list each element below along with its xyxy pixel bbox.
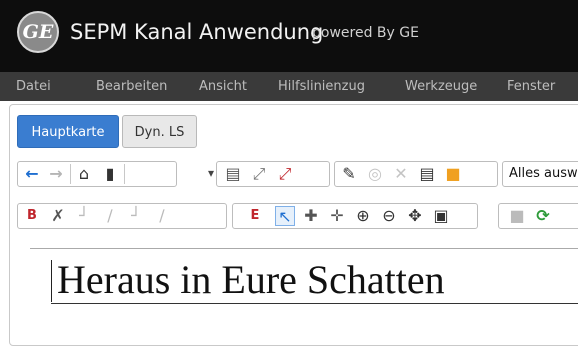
menu-datei[interactable]: Datei: [16, 79, 51, 95]
separator: [70, 164, 71, 184]
delete-icon[interactable]: ✕: [391, 164, 411, 184]
canvas-heading: Heraus in Eure Schatten: [57, 257, 445, 302]
line-icon[interactable]: ∕: [100, 206, 120, 226]
pointer-icon[interactable]: ↖: [275, 206, 295, 226]
info-icon[interactable]: ▣: [431, 206, 451, 226]
corner-icon[interactable]: ┘: [74, 206, 94, 226]
crosshair-icon[interactable]: ✚: [301, 206, 321, 226]
menu-bearbeiten[interactable]: Bearbeiten: [96, 79, 167, 95]
scissors-icon[interactable]: ✗: [48, 206, 68, 226]
text-baseline: [51, 303, 578, 304]
selection-dropdown[interactable]: Alles ausw: [502, 161, 578, 187]
menu-fenster[interactable]: Fenster: [507, 79, 555, 95]
zoom-out-icon[interactable]: ⊖: [379, 206, 399, 226]
pan-icon[interactable]: ✥: [405, 206, 425, 226]
marker-e-icon[interactable]: E: [245, 206, 265, 226]
crosshair-split-icon[interactable]: ✛: [327, 206, 347, 226]
menu-bar: Datei Bearbeiten Ansicht Hilfslinienzug …: [0, 72, 578, 101]
expand-red-icon[interactable]: ⤢: [275, 164, 295, 184]
properties-icon[interactable]: ▤: [417, 164, 437, 184]
toolbar-zoom-group: ▤ ⤢ ⤢: [216, 161, 330, 187]
arrow-right-icon[interactable]: →: [46, 164, 66, 184]
menu-werkzeuge[interactable]: Werkzeuge: [405, 79, 477, 95]
ge-logo-icon: GE: [17, 11, 59, 53]
app-title: SEPM Kanal Anwendung: [70, 20, 324, 44]
target-icon[interactable]: ◎: [365, 164, 385, 184]
refresh-icon[interactable]: ⟳: [533, 206, 553, 226]
corner-star-icon[interactable]: ┘: [126, 206, 146, 226]
text-cursor: [51, 260, 52, 302]
marker-b-icon[interactable]: B: [22, 206, 42, 226]
chevron-down-icon[interactable]: ▾: [208, 166, 214, 180]
title-bar: GE SEPM Kanal Anwendung powered By GE: [0, 0, 578, 72]
separator: [124, 164, 125, 184]
menu-ansicht[interactable]: Ansicht: [199, 79, 247, 95]
tab-dyn-ls[interactable]: Dyn. LS: [122, 115, 197, 148]
zoom-in-icon[interactable]: ⊕: [353, 206, 373, 226]
home-icon[interactable]: ⌂: [74, 164, 94, 184]
toolbar-nav-group: ← → ⌂ ▮: [17, 161, 177, 187]
tab-hauptkarte[interactable]: Hauptkarte: [17, 115, 119, 148]
toolbar-view-group: E ↖ ✚ ✛ ⊕ ⊖ ✥ ▣: [232, 203, 478, 229]
toolbar-run-group: ■ ⟳: [498, 203, 578, 229]
menu-hilfslinienzug[interactable]: Hilfslinienzug: [278, 79, 365, 95]
folder-icon[interactable]: ■: [443, 164, 463, 184]
fit-page-icon[interactable]: ▤: [223, 164, 243, 184]
stop-icon[interactable]: ■: [507, 206, 527, 226]
powered-by-label: powered By GE: [312, 25, 419, 41]
toolbar-edit-group: ✎ ◎ ✕ ▤ ■: [334, 161, 498, 187]
expand-icon[interactable]: ⤢: [249, 164, 269, 184]
pencil-icon[interactable]: ✎: [339, 164, 359, 184]
bookmark-icon[interactable]: ▮: [100, 164, 120, 184]
arrow-left-icon[interactable]: ←: [22, 164, 42, 184]
toolbar-draw-group: B ✗ ┘ ∕ ┘ ∕: [17, 203, 227, 229]
line-star-icon[interactable]: ∕: [152, 206, 172, 226]
